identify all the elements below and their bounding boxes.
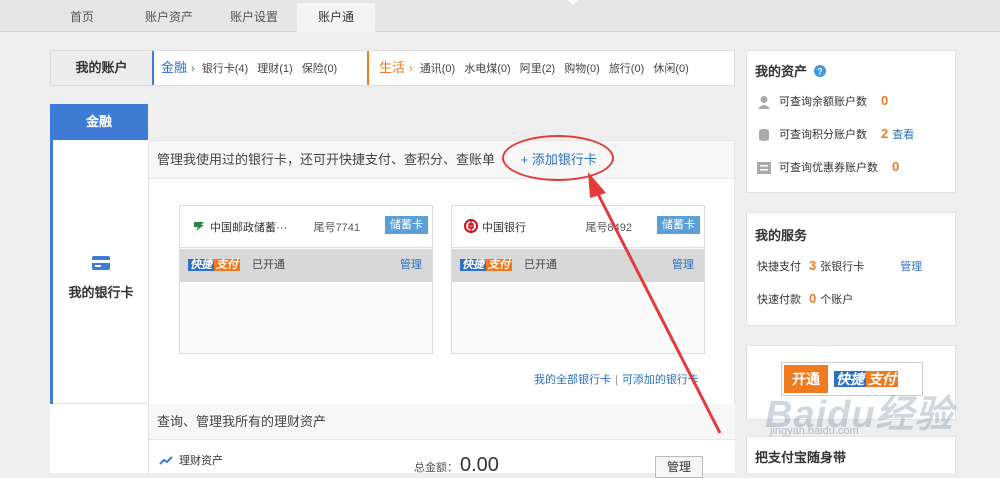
wealth-item: 理财资产	[159, 452, 223, 468]
bankcard-psbc[interactable]: 中国邮政储蓄··· 尾号7741 储蓄卡 快捷 支付 已开通 管理	[179, 205, 433, 354]
bankcard-links: 我的全部银行卡 | 可添加的银行卡	[534, 374, 699, 386]
wealth-manage-button[interactable]: 管理	[655, 456, 703, 478]
tab-account-assets[interactable]: 账户资产	[126, 3, 212, 32]
wealth-side	[50, 404, 149, 473]
wealth-area: 查询、管理我所有的理财资产 理财资产 总金额： 0.00 管理	[149, 404, 735, 478]
coins-icon	[759, 129, 769, 142]
bankcard-area: 管理我使用过的银行卡，还可开快捷支付、查积分、查账单 + 添加银行卡 中国邮政储…	[149, 140, 735, 404]
manage-link[interactable]: 管理	[400, 249, 422, 282]
mobile-title: 把支付宝随身带	[755, 450, 847, 465]
finance-divider	[152, 51, 154, 85]
points-view-link[interactable]: 查看	[892, 129, 914, 141]
points-count: 2	[881, 126, 889, 141]
bank-name: 中国邮政储蓄···	[210, 222, 287, 234]
bankcard-header: 管理我使用过的银行卡，还可开快捷支付、查积分、查账单 + 添加银行卡	[149, 141, 734, 179]
life-group-label[interactable]: 生活	[379, 60, 405, 75]
quickpay-manage-link[interactable]: 管理	[900, 261, 922, 273]
life-item-telecom[interactable]: 通讯(0)	[420, 63, 455, 75]
my-assets-title: 我的资产 ?	[755, 61, 826, 80]
my-assets-panel: 我的资产 ? 可查询余额账户数 0 可查询积分账户数 2 查看 可查询优惠券账户数 0	[746, 50, 956, 193]
user-icon	[758, 96, 770, 110]
life-item-travel[interactable]: 旅行(0)	[609, 63, 644, 75]
service-quickpay: 快捷支付 3 张银行卡 管理	[757, 258, 923, 273]
assets-row-balance: 可查询余额账户数 0	[757, 93, 889, 110]
fastpay-count: 0	[809, 291, 817, 306]
mobile-panel: 把支付宝随身带	[746, 436, 956, 473]
bankcard-description: 管理我使用过的银行卡，还可开快捷支付、查积分、查账单	[157, 152, 496, 167]
finance-tab[interactable]: 金融	[50, 104, 148, 140]
quickpay-count: 3	[809, 258, 817, 273]
my-services-panel: 我的服务 快捷支付 3 张银行卡 管理 快速付款 0 个账户	[746, 212, 956, 326]
life-group: 生活 › 通讯(0) 水电煤(0) 阿里(2) 购物(0) 旅行(0) 休闲(0)	[379, 60, 689, 75]
tab-account-connect[interactable]: 账户通	[297, 3, 375, 32]
bankcard-side: 我的银行卡	[53, 140, 149, 404]
service-fastpay: 快速付款 0 个账户	[757, 291, 854, 306]
finance-item-bankcard[interactable]: 银行卡(4)	[202, 63, 248, 75]
bankcard-boc[interactable]: 中国银行 尾号8492 储蓄卡 快捷 支付 已开通 管理	[451, 205, 705, 354]
total-label: 总金额：	[414, 462, 458, 474]
wealth-title: 查询、管理我所有的理财资产	[149, 404, 735, 440]
life-item-leisure[interactable]: 休闲(0)	[653, 63, 688, 75]
tab-home[interactable]: 首页	[50, 3, 114, 32]
bankcard-side-label: 我的银行卡	[68, 285, 134, 300]
bankcard-icon	[92, 256, 110, 270]
tab-account-settings[interactable]: 账户设置	[212, 3, 296, 32]
card-tail: 尾号7741	[313, 219, 360, 235]
quickpay-row: 快捷 支付 已开通 管理	[180, 249, 432, 282]
life-divider	[367, 51, 369, 85]
assets-row-points: 可查询积分账户数 2 查看	[757, 126, 914, 142]
finance-main: 金融 我的银行卡 管理我使用过的银行卡，还可开快捷支付、查积分、查账单 + 添加…	[50, 104, 735, 478]
quickpay-status: 已开通	[524, 259, 557, 271]
bankcard-top: 中国银行 尾号8492 储蓄卡	[452, 206, 704, 248]
annotation-circle	[502, 135, 614, 181]
finance-item-wealth[interactable]: 理财(1)	[257, 63, 292, 75]
addable-bankcards-link[interactable]: 可添加的银行卡	[622, 374, 699, 386]
finance-item-insurance[interactable]: 保险(0)	[302, 63, 337, 75]
finance-group-label[interactable]: 金融	[161, 60, 187, 75]
bank-name: 中国银行	[482, 222, 526, 234]
quickpay-logo: 快捷 支付	[460, 259, 512, 271]
wealth-total: 总金额： 0.00	[414, 454, 499, 477]
life-item-utilities[interactable]: 水电煤(0)	[464, 63, 510, 75]
top-navigation: 首页 账户资产 账户设置 账户通	[0, 0, 1000, 32]
quickpay-status: 已开通	[252, 259, 285, 271]
wealth-section: 查询、管理我所有的理财资产 理财资产 总金额： 0.00 管理	[50, 404, 735, 478]
my-services-title: 我的服务	[755, 228, 808, 243]
card-type-badge: 储蓄卡	[385, 216, 428, 234]
bankcard-top: 中国邮政储蓄··· 尾号7741 储蓄卡	[180, 206, 432, 248]
watermark-url: jingyan.baidu.com	[770, 425, 859, 437]
quickpay-logo: 快捷 支付	[188, 259, 240, 271]
life-item-shopping[interactable]: 购物(0)	[564, 63, 599, 75]
help-icon[interactable]: ?	[813, 65, 826, 77]
assets-row-coupon: 可查询优惠券账户数 0	[757, 159, 899, 175]
boc-logo-icon	[464, 219, 478, 233]
psbc-logo-icon	[194, 222, 204, 231]
svg-text:?: ?	[817, 67, 823, 77]
account-title: 我的账户	[51, 51, 152, 85]
life-item-ali[interactable]: 阿里(2)	[520, 63, 555, 75]
balance-count: 0	[881, 93, 889, 108]
quickpay-row: 快捷 支付 已开通 管理	[452, 249, 704, 282]
wealth-item-label: 理财资产	[179, 455, 223, 467]
coupon-icon	[757, 162, 771, 175]
card-tail: 尾号8492	[585, 219, 632, 235]
account-bar: 我的账户 金融 › 银行卡(4) 理财(1) 保险(0) 生活 › 通讯(0) 水电…	[50, 50, 735, 86]
card-type-badge: 储蓄卡	[657, 216, 700, 234]
manage-link[interactable]: 管理	[672, 249, 694, 282]
all-bankcards-link[interactable]: 我的全部银行卡	[534, 374, 611, 386]
trend-icon	[159, 456, 173, 465]
finance-group: 金融 › 银行卡(4) 理财(1) 保险(0)	[161, 60, 338, 75]
caret-icon	[568, 0, 578, 5]
coupon-count: 0	[892, 159, 900, 174]
